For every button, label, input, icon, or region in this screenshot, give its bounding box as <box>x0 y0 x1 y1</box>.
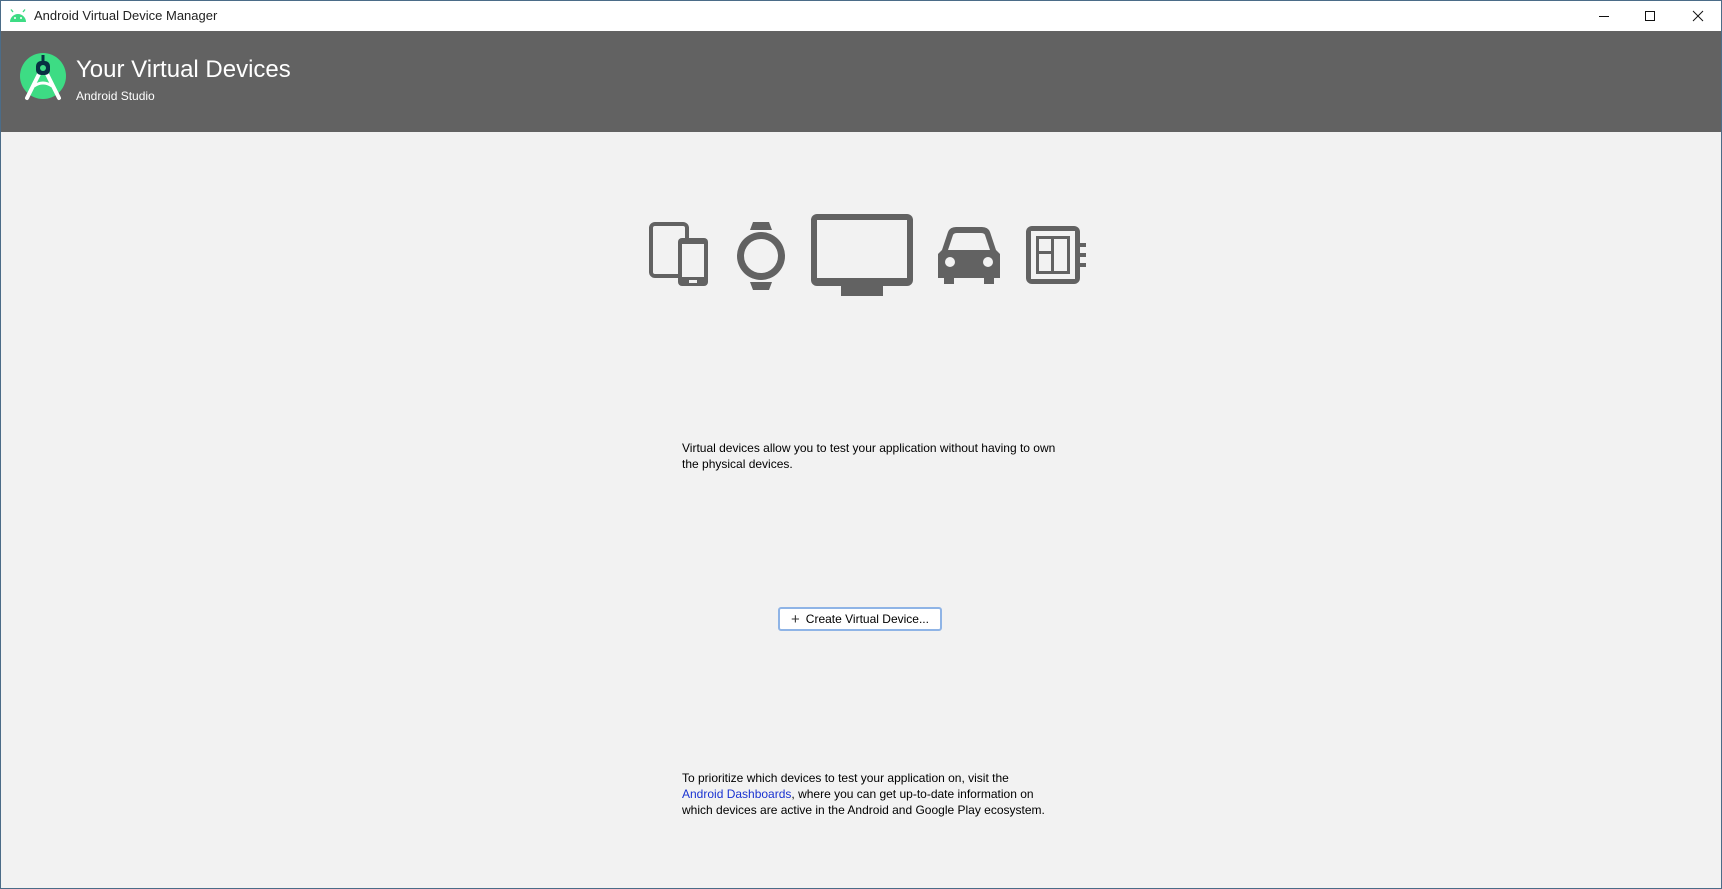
title-bar[interactable]: Android Virtual Device Manager <box>1 1 1721 31</box>
car-icon <box>936 226 1002 291</box>
android-studio-logo <box>19 52 69 102</box>
tv-icon <box>811 214 913 303</box>
avd-manager-window: Android Virtual Device Manager Your Virt… <box>0 0 1722 889</box>
description-text: Virtual devices allow you to test your a… <box>682 441 1056 471</box>
android-dashboards-link[interactable]: Android Dashboards <box>682 787 791 801</box>
close-button[interactable] <box>1675 1 1721 31</box>
create-virtual-device-button[interactable]: + Create Virtual Device... <box>778 607 942 631</box>
window-title: Android Virtual Device Manager <box>34 8 218 23</box>
device-category-icons <box>641 211 1101 301</box>
page-subtitle: Android Studio <box>76 89 155 103</box>
maximize-button[interactable] <box>1627 1 1673 31</box>
page-title: Your Virtual Devices <box>76 56 291 83</box>
plus-icon: + <box>791 610 800 628</box>
things-board-icon <box>1026 226 1086 289</box>
android-icon <box>9 9 27 23</box>
maximize-icon <box>1644 10 1656 22</box>
phone-tablet-icon <box>649 222 713 293</box>
close-icon <box>1692 10 1704 22</box>
minimize-icon <box>1598 10 1610 22</box>
header-banner: Your Virtual Devices Android Studio <box>1 31 1721 132</box>
watch-icon <box>736 222 786 295</box>
prioritize-text: To prioritize which devices to test your… <box>682 770 1062 818</box>
prioritize-text-before: To prioritize which devices to test your… <box>682 771 1009 785</box>
create-virtual-device-label: Create Virtual Device... <box>805 612 929 626</box>
minimize-button[interactable] <box>1581 1 1627 31</box>
